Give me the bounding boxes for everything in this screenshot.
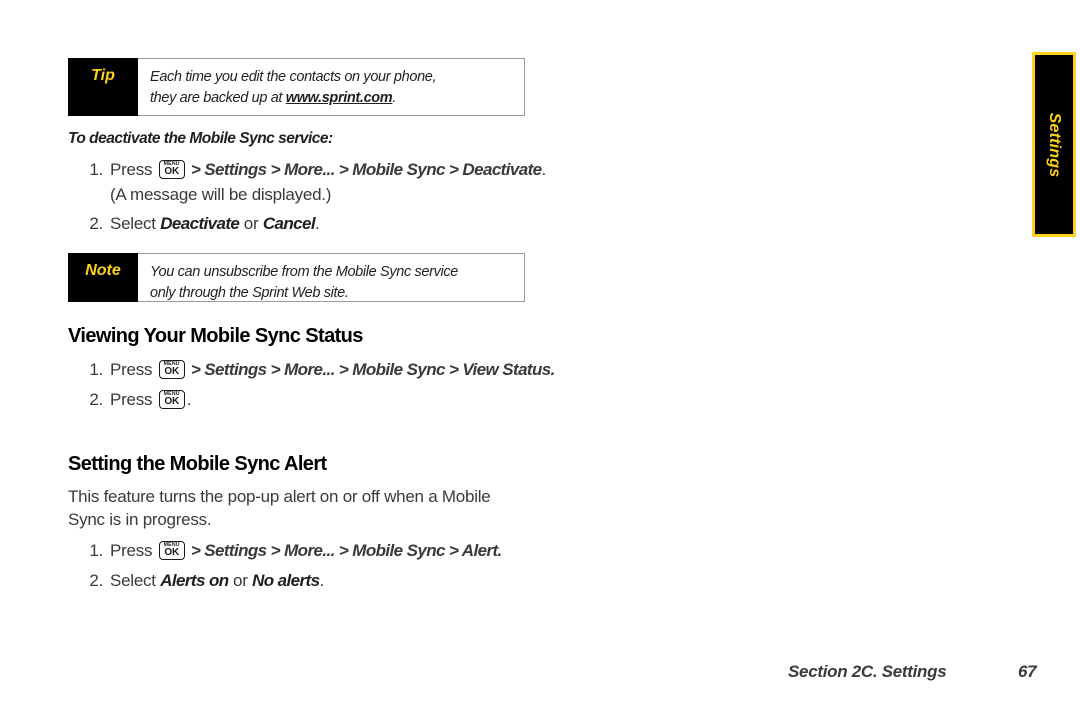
step-tail: . bbox=[497, 541, 503, 560]
step-option-b: No alerts bbox=[252, 570, 320, 590]
step-number: 2. bbox=[89, 389, 103, 409]
step-press-label: Press bbox=[110, 360, 153, 379]
keycap-ok-text: OK bbox=[164, 366, 179, 377]
step-tail: . bbox=[315, 214, 320, 234]
alert-steps: 1. Press MENU OK > Settings > More... > M… bbox=[68, 539, 560, 598]
menu-ok-key-icon: MENU OK bbox=[158, 160, 185, 179]
tip-line-2-prefix: they are backed up at bbox=[150, 89, 286, 106]
step-tail: . bbox=[319, 570, 324, 590]
list-item: 1. Press MENU OK > Settings > More... > M… bbox=[68, 539, 560, 564]
note-callout: Note You can unsubscribe from the Mobile… bbox=[68, 253, 525, 302]
side-tab-settings: Settings bbox=[1032, 52, 1076, 237]
note-callout-label: Note bbox=[68, 253, 138, 302]
alert-heading: Setting the Mobile Sync Alert bbox=[68, 453, 327, 475]
list-item: 1. Press MENU OK > Settings > More... > M… bbox=[68, 358, 560, 383]
list-item: 1. Press MENU OK > Settings > More... > M… bbox=[68, 158, 560, 207]
step-conjunction: or bbox=[239, 214, 263, 234]
keycap-ok-text: OK bbox=[164, 547, 179, 558]
keycap-ok-text: OK bbox=[164, 395, 179, 407]
manual-page: Settings Tip Each time you edit the cont… bbox=[0, 0, 1080, 720]
step-menu-path: > Settings > More... > Mobile Sync > Vie… bbox=[186, 360, 551, 379]
step-lead: Select bbox=[110, 570, 161, 590]
step-tail: . bbox=[550, 360, 556, 379]
step-number: 2. bbox=[89, 214, 103, 234]
list-item: 2. Press MENU OK . bbox=[68, 388, 560, 413]
sprint-website-link[interactable]: www.sprint.com bbox=[286, 90, 393, 106]
step-menu-path: > Settings > More... > Mobile Sync > Dea… bbox=[186, 160, 542, 179]
step-option-b: Cancel bbox=[262, 214, 316, 234]
note-line-1: You can unsubscribe from the Mobile Sync… bbox=[150, 264, 458, 280]
step-press-label: Press bbox=[110, 389, 153, 409]
tip-line-1: Each time you edit the contacts on your … bbox=[150, 69, 437, 85]
alert-paragraph: This feature turns the pop-up alert on o… bbox=[68, 487, 491, 529]
step-conjunction: or bbox=[228, 570, 253, 590]
deactivate-steps: 1. Press MENU OK > Settings > More... > M… bbox=[68, 158, 560, 242]
page-footer: Section 2C. Settings 67 bbox=[788, 662, 1037, 682]
step-number: 1. bbox=[89, 541, 103, 560]
list-item: 2. Select Alerts on or No alerts. bbox=[68, 569, 560, 594]
footer-section-label: Section 2C. Settings bbox=[788, 662, 947, 681]
tip-callout-label: Tip bbox=[68, 58, 138, 116]
note-callout-body: You can unsubscribe from the Mobile Sync… bbox=[137, 254, 524, 301]
menu-ok-key-icon: MENU OK bbox=[158, 360, 185, 379]
side-tab-label: Settings bbox=[1046, 112, 1063, 177]
tip-line-2-suffix: . bbox=[392, 89, 397, 106]
footer-page-number: 67 bbox=[1018, 662, 1037, 681]
list-item: 2. Select Deactivate or Cancel. bbox=[68, 212, 560, 237]
tip-callout-body: Each time you edit the contacts on your … bbox=[137, 59, 524, 115]
step-press-label: Press bbox=[110, 541, 153, 560]
step-number: 1. bbox=[89, 360, 103, 379]
step-tail: . bbox=[186, 389, 192, 409]
viewing-status-steps: 1. Press MENU OK > Settings > More... > M… bbox=[68, 358, 560, 417]
tip-callout: Tip Each time you edit the contacts on y… bbox=[68, 58, 525, 116]
keycap-ok-text: OK bbox=[164, 166, 179, 177]
deactivate-subheading: To deactivate the Mobile Sync service: bbox=[68, 130, 333, 147]
step-option-a: Deactivate bbox=[160, 214, 240, 234]
menu-ok-key-icon: MENU OK bbox=[158, 541, 185, 560]
step-press-label: Press bbox=[110, 160, 153, 179]
note-line-2: only through the Sprint Web site. bbox=[150, 284, 349, 301]
step-number: 1. bbox=[89, 160, 103, 179]
step-menu-path: > Settings > More... > Mobile Sync > Ale… bbox=[186, 541, 498, 560]
viewing-status-heading: Viewing Your Mobile Sync Status bbox=[68, 325, 363, 347]
step-option-a: Alerts on bbox=[160, 570, 229, 590]
step-lead: Select bbox=[110, 214, 161, 234]
menu-ok-key-icon: MENU OK bbox=[158, 389, 185, 409]
step-number: 2. bbox=[89, 570, 103, 590]
